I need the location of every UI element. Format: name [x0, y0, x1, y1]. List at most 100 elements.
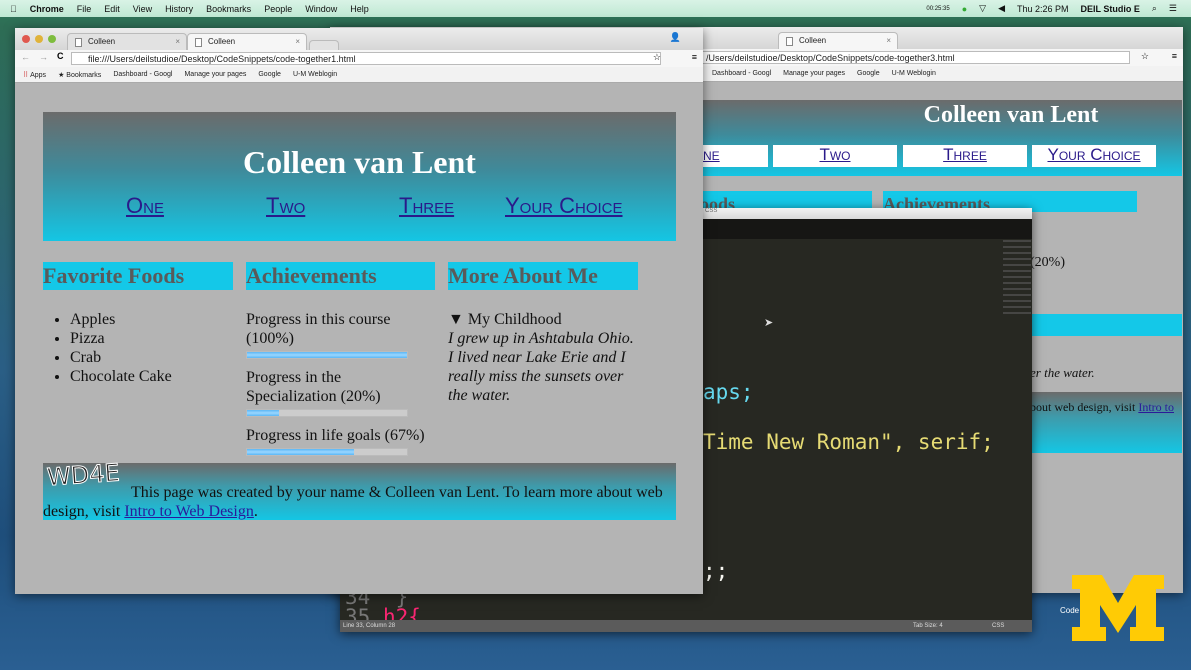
reload-icon[interactable]: C [57, 51, 64, 61]
text-fragment: er the water. [1030, 365, 1095, 380]
bookmark[interactable]: Manage your pages [184, 71, 246, 78]
tab[interactable]: Colleen × [778, 32, 898, 49]
new-tab-button[interactable] [309, 40, 339, 50]
minimize-window-button[interactable] [35, 35, 43, 43]
menu-history[interactable]: History [165, 4, 193, 14]
achievements-list: Progress in this course (100%) Progress … [246, 310, 436, 465]
left-browser-window: Colleen × Colleen × 👤 ← → C file:///Users/… [15, 28, 703, 594]
menu-window[interactable]: Window [305, 4, 337, 14]
star-icon: ★ [58, 71, 65, 79]
user-name[interactable]: DEIL Studio E [1081, 4, 1140, 14]
minimap[interactable] [1003, 240, 1031, 316]
heading-achievements: Achievements [246, 262, 435, 290]
progress-label: Progress in life goals (67%) [246, 427, 425, 444]
progress-label: Progress in the Specialization (20%) [246, 369, 381, 405]
childhood-text: I grew up in Ashtabula Ohio. I lived nea… [448, 330, 634, 404]
forward-icon[interactable]: → [39, 52, 48, 62]
close-window-button[interactable] [22, 35, 30, 43]
menu-icon[interactable]: ≡ [1172, 51, 1177, 61]
address-bar[interactable]: file:///Users/deilstudioe/Desktop/CodeSn… [71, 52, 661, 65]
progress-bar [246, 409, 408, 417]
close-icon[interactable]: × [886, 36, 891, 45]
volume-icon[interactable]: ◀ [998, 3, 1005, 14]
nav-three[interactable]: Three [399, 193, 454, 219]
wd4e-logo: WD4E [46, 458, 121, 492]
nav-your-choice[interactable]: Your Choice [505, 193, 623, 219]
bookmark[interactable]: ★ Bookmarks [58, 71, 101, 79]
spotlight-icon[interactable]: ⌕ [1152, 3, 1157, 14]
zoom-window-button[interactable] [48, 35, 56, 43]
progress-bar [246, 351, 408, 359]
progress-fill [247, 449, 355, 455]
heading-favorite-foods: Favorite Foods [43, 262, 233, 290]
university-of-michigan-logo [1072, 575, 1164, 641]
nav-two[interactable]: Two [266, 193, 305, 219]
page-icon [786, 37, 793, 46]
bookmark[interactable]: U-M Weblogin [293, 71, 337, 78]
list-item: Apples [70, 310, 172, 329]
nav-one[interactable]: ne [703, 145, 768, 167]
code-line[interactable]: ;; [703, 559, 728, 583]
heading-more-about-me: More About Me [448, 262, 638, 290]
profile-icon[interactable]: 👤 [670, 32, 681, 43]
list-item: Pizza [70, 329, 172, 348]
wifi-icon[interactable]: ▽ [979, 3, 986, 14]
page-title: Colleen van Lent [923, 102, 1099, 128]
nav-two[interactable]: Two [773, 145, 897, 167]
mac-menubar:  Chrome File Edit View History Bookmark… [0, 0, 1191, 17]
nav-three[interactable]: Three [903, 145, 1027, 167]
menu-file[interactable]: File [77, 4, 92, 14]
close-icon[interactable]: × [175, 37, 180, 46]
tab[interactable]: Colleen × [67, 33, 187, 50]
status-bar: Line 33, Column 28 Tab Size: 4 CSS [340, 620, 1032, 632]
progress-bar [246, 448, 408, 456]
menu-people[interactable]: People [264, 4, 292, 14]
clock[interactable]: Thu 2:26 PM [1017, 4, 1069, 14]
list-item: Crab [70, 348, 172, 367]
page-footer: bout web design, visit Intro to [1030, 392, 1182, 453]
footer-link[interactable]: Intro to [1138, 400, 1174, 414]
nav-your-choice[interactable]: Your Choice [1032, 145, 1156, 167]
menu-bookmarks[interactable]: Bookmarks [206, 4, 251, 14]
status-icon[interactable]: ● [962, 4, 967, 14]
bookmark[interactable]: Dashboard - Googl [113, 71, 172, 78]
nav-one[interactable]: One [126, 193, 164, 219]
details-childhood: ▼ My Childhood I grew up in Ashtabula Oh… [448, 310, 643, 405]
details-summary[interactable]: ▼ My Childhood [448, 310, 643, 329]
bookmark-apps[interactable]: ⠿ Apps [23, 71, 46, 79]
page-icon [75, 38, 82, 47]
menu-view[interactable]: View [133, 4, 152, 14]
mouse-cursor-icon: ➤ [764, 317, 774, 329]
menu-icon[interactable]: ≡ [692, 52, 697, 62]
recording-timer: 00:25:35 [926, 5, 950, 12]
star-icon[interactable]: ☆ [1141, 51, 1149, 62]
foods-list: Apples Pizza Crab Chocolate Cake [70, 310, 172, 386]
menu-app[interactable]: Chrome [30, 4, 64, 14]
menu-edit[interactable]: Edit [104, 4, 120, 14]
bookmark[interactable]: Manage your pages [783, 70, 845, 77]
section-heading-bar [1030, 314, 1182, 336]
footer-link[interactable]: Intro to Web Design [124, 503, 254, 520]
bookmark[interactable]: Google [258, 71, 281, 78]
menu-help[interactable]: Help [350, 4, 369, 14]
bookmark[interactable]: U-M Weblogin [892, 70, 936, 77]
back-icon[interactable]: ← [21, 52, 30, 62]
apple-icon[interactable]:  [10, 4, 17, 14]
text-fragment: (20%) [1030, 255, 1065, 270]
code-line[interactable]: Time New Roman", serif; [703, 430, 994, 454]
progress-fill [247, 410, 279, 416]
triangle-down-icon: ▼ [448, 311, 464, 328]
star-icon[interactable]: ☆ [653, 52, 661, 63]
syntax-mode[interactable]: CSS [992, 623, 1004, 629]
tab-active[interactable]: Colleen × [187, 33, 307, 50]
bookmark[interactable]: Dashboard - Googl [712, 70, 771, 77]
apps-icon: ⠿ [23, 71, 29, 79]
notification-icon[interactable]: ☰ [1169, 3, 1177, 14]
close-icon[interactable]: × [295, 37, 300, 46]
bookmark[interactable]: Google [857, 70, 880, 77]
page-icon [195, 38, 202, 47]
tab-size[interactable]: Tab Size: 4 [913, 623, 943, 629]
code-line[interactable]: aps; [703, 380, 754, 404]
page-footer: WD4E This page was created by your name … [43, 458, 676, 520]
progress-label: Progress in this course (100%) [246, 311, 391, 347]
